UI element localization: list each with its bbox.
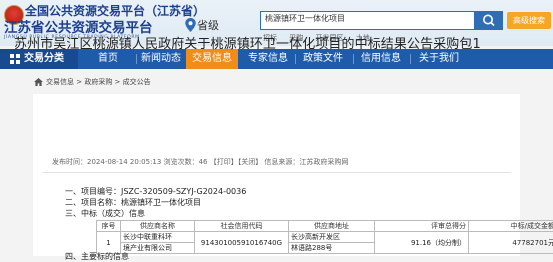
nav-divider (410, 54, 411, 64)
supplier-address-line1: 长沙高新开发区 (289, 232, 375, 243)
col-header: 社会信用代码 (195, 221, 289, 232)
nav-about[interactable]: 关于我们 (414, 49, 464, 69)
title-divider (42, 172, 511, 173)
table-header-row: 序号 供应商名称 社会信用代码 供应商地址 评审总得分 中标/成交金额 (97, 221, 553, 232)
nav-policy[interactable]: 政策文件 (298, 49, 348, 69)
location-pin-icon[interactable] (185, 18, 196, 32)
award-table: 序号 供应商名称 社会信用代码 供应商地址 评审总得分 中标/成交金额 1 长沙… (96, 220, 553, 254)
main-items-heading: 四、主要标的信息 (65, 251, 129, 262)
project-number: 一、项目编号：JSZC-320509-SZYJ-G2024-0036 (65, 186, 246, 197)
breadcrumb: 交易信息 > 政府采购 > 成交公告 (0, 72, 553, 92)
nav-trading-info[interactable]: 交易信息 (186, 49, 238, 69)
col-header: 序号 (97, 221, 121, 232)
article-meta: 发布时间：2024-08-14 20:05:13 浏览次数：46 【打印】【关闭… (52, 157, 348, 167)
search-input[interactable] (265, 14, 465, 23)
breadcrumb-text[interactable]: 交易信息 > 政府采购 > 成交公告 (46, 72, 151, 92)
col-header: 供应商地址 (289, 221, 375, 232)
search-box[interactable] (260, 11, 475, 30)
award-amount: 47782701元 (469, 232, 553, 254)
advanced-search-button[interactable]: 高级搜索 (507, 12, 551, 29)
category-grid-icon (10, 54, 20, 64)
supplier-name-line1: 长沙中联重科环 (121, 232, 195, 243)
nav-divider (353, 54, 354, 64)
article-title: 苏州市吴江区桃源镇人民政府关于桃源镇环卫一体化项目的中标结果公告采购包1 (14, 33, 481, 52)
search-button[interactable] (475, 11, 503, 30)
award-info-heading: 三、中标（成交）信息 (65, 208, 145, 219)
nav-experts[interactable]: 专家信息 (243, 49, 293, 69)
category-menu-button[interactable]: 交易分类 (0, 49, 78, 69)
project-name: 二、项目名称：桃源镇环卫一体化项目 (65, 197, 201, 208)
review-score: 91.16（均分制） (375, 232, 469, 254)
main-nav: 交易分类 首页 新闻动态 交易信息 专家信息 政策文件 信用信息 关于我们 (0, 49, 553, 69)
table-row: 1 长沙中联重科环 91430100591016740G 长沙高新开发区 91.… (97, 232, 553, 243)
nav-credit[interactable]: 信用信息 (357, 49, 405, 69)
col-header: 中标/成交金额 (469, 221, 553, 232)
location-selector[interactable]: 省级 (197, 17, 219, 33)
nav-divider (295, 54, 296, 64)
nav-home[interactable]: 首页 (86, 49, 130, 69)
credit-code: 91430100591016740G (195, 232, 289, 254)
supplier-address-line2: 林语路288号 (289, 243, 375, 254)
home-icon[interactable] (34, 78, 43, 86)
nav-divider (136, 54, 137, 64)
search-icon (475, 11, 503, 30)
col-header: 评审总得分 (375, 221, 469, 232)
col-header: 供应商名称 (121, 221, 195, 232)
nav-news[interactable]: 新闻动态 (139, 49, 183, 69)
supplier-name-line2: 境产业有限公司 (121, 243, 195, 254)
category-menu-label: 交易分类 (24, 49, 64, 69)
